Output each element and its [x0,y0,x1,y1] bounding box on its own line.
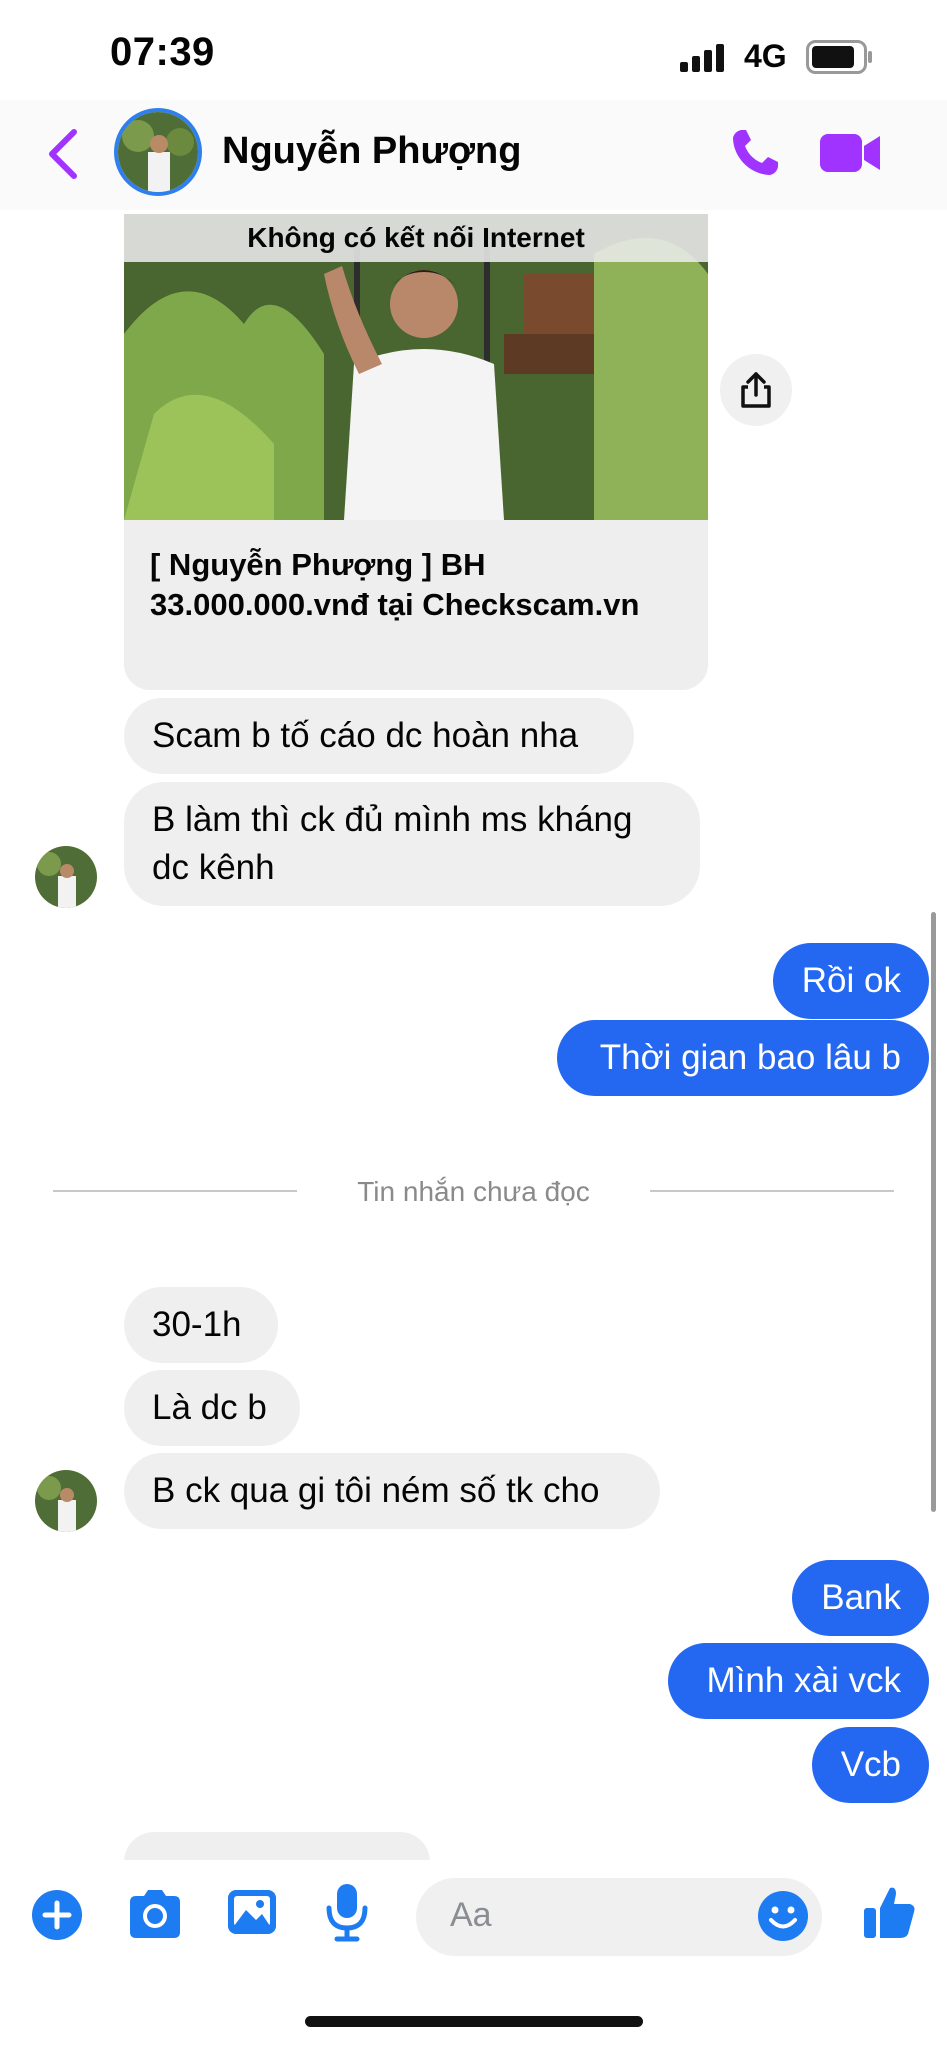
outgoing-message[interactable]: Rồi ok [773,943,929,1019]
incoming-message[interactable]: Là dc b [124,1370,300,1446]
network-type: 4G [744,38,787,74]
signal-icon [680,44,724,72]
emoji-icon[interactable] [756,1889,810,1943]
outgoing-message[interactable]: Bank [792,1560,929,1636]
contact-name[interactable]: Nguyễn Phượng [222,130,521,173]
message-input-placeholder: Aa [450,1896,492,1934]
status-time: 07:39 [110,30,215,74]
incoming-message[interactable]: B làm thì ck đủ mình ms kháng dc kênh [124,782,700,906]
incoming-message[interactable]: B ck qua gi tôi ném số tk cho [124,1453,660,1529]
battery-icon [806,40,872,74]
microphone-icon[interactable] [324,1882,370,1942]
contact-avatar-small[interactable] [35,1470,97,1532]
home-indicator [305,2016,643,2027]
contact-avatar-small[interactable] [35,846,97,908]
camera-icon[interactable] [126,1888,184,1940]
outgoing-message[interactable]: Vcb [812,1727,929,1803]
back-chevron-icon[interactable] [44,126,80,182]
gallery-icon[interactable] [226,1886,278,1938]
incoming-message[interactable]: Scam b tố cáo dc hoàn nha [124,698,634,774]
video-call-icon[interactable] [820,130,882,176]
scrollbar[interactable] [931,912,936,1512]
unread-divider-label: Tin nhắn chưa đọc [357,1176,590,1207]
phone-call-icon[interactable] [728,126,782,180]
avatar-photo [118,112,198,192]
share-button[interactable] [720,354,792,426]
no-internet-banner: Không có kết nối Internet [124,214,708,262]
outgoing-message[interactable]: Thời gian bao lâu b [557,1020,929,1096]
plus-icon[interactable] [30,1888,84,1942]
thumbs-up-icon[interactable] [862,1884,916,1940]
incoming-message[interactable]: 30-1h [124,1287,278,1363]
divider-line [650,1190,894,1192]
contact-avatar[interactable] [118,112,198,192]
share-icon [741,372,771,408]
outgoing-message[interactable]: Mình xài vck [668,1643,929,1719]
link-preview-title[interactable]: [ Nguyễn Phượng ] BH 33.000.000.vnđ tại … [150,545,670,625]
